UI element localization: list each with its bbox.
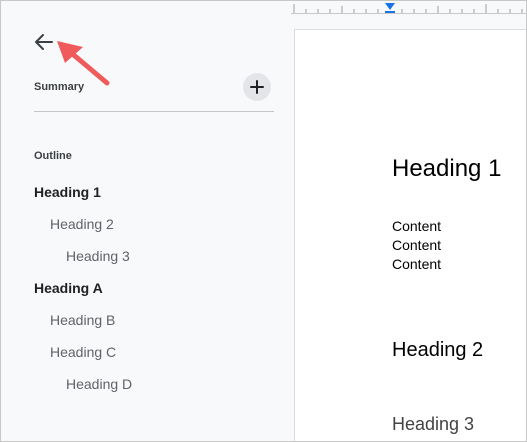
outline-sidebar: Summary Outline Heading 1 Heading 2 Head…	[1, 1, 291, 441]
outline-item-heading-2[interactable]: Heading 2	[1, 208, 291, 240]
outline-list: Heading 1 Heading 2 Heading 3 Heading A …	[1, 176, 291, 400]
doc-content-block: Content Content Content	[392, 217, 441, 274]
doc-heading-2: Heading 2	[392, 339, 484, 361]
doc-content-line: Content	[392, 237, 442, 253]
outline-item-heading-c[interactable]: Heading C	[1, 336, 291, 368]
doc-content-line: Content	[392, 256, 442, 272]
doc-heading-1: Heading 1	[392, 155, 502, 182]
outline-item-heading-d[interactable]: Heading D	[1, 368, 291, 400]
horizontal-ruler[interactable]	[291, 1, 527, 19]
indent-marker-icon	[385, 3, 395, 10]
summary-label: Summary	[34, 81, 85, 93]
divider	[34, 111, 274, 112]
docs-window: Summary Outline Heading 1 Heading 2 Head…	[0, 0, 527, 442]
outline-label: Outline	[34, 150, 72, 162]
outline-item-heading-a[interactable]: Heading A	[1, 272, 291, 304]
outline-item-heading-1[interactable]: Heading 1	[1, 176, 291, 208]
plus-icon	[250, 80, 264, 94]
outline-item-heading-b[interactable]: Heading B	[1, 304, 291, 336]
doc-content-line: Content	[392, 218, 442, 234]
add-summary-button[interactable]	[243, 73, 271, 101]
document-page[interactable]: Heading 1 Content Content Content Headin…	[294, 29, 526, 441]
outline-item-heading-3[interactable]: Heading 3	[1, 240, 291, 272]
doc-heading-3: Heading 3	[392, 414, 475, 434]
